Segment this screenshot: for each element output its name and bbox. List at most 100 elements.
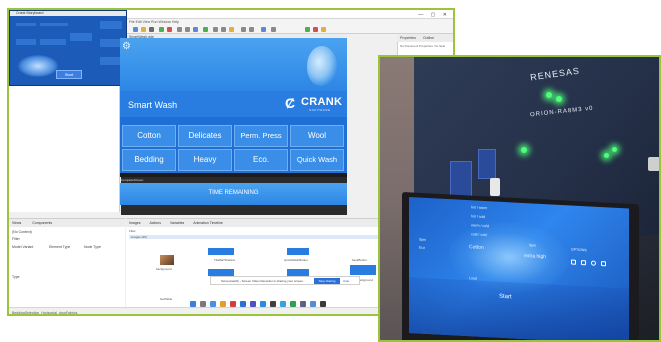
images-tabbar[interactable]: Images Actions Variables Animation Timel…	[126, 218, 384, 227]
tab-properties[interactable]: Properties	[400, 36, 416, 40]
image-label-backbutton: backButton	[352, 258, 368, 262]
play-icon[interactable]	[305, 27, 310, 32]
gear-icon[interactable]: ⚙	[122, 41, 131, 52]
layer-icon[interactable]	[213, 27, 218, 32]
preview-titlebar[interactable]: Crank Storyboard	[10, 11, 126, 16]
views-panel: (No Context) Filter Model Variant Elemen…	[9, 227, 125, 307]
cycle-label: Cotton	[137, 131, 161, 140]
outlook-icon[interactable]	[260, 301, 266, 307]
image-thumb-titlebar-2[interactable]	[208, 269, 234, 276]
views-type-section: Type	[12, 275, 20, 279]
settings-icon[interactable]	[271, 27, 276, 32]
lcd-option-icon	[601, 261, 606, 267]
next-screen-label: CompleteScreen	[121, 178, 144, 182]
cycle-button-perm-press[interactable]: Perm. Press	[234, 125, 288, 147]
preview-row	[40, 39, 66, 45]
app-icon[interactable]	[280, 301, 286, 307]
views-filter-label[interactable]: Filter	[12, 237, 20, 241]
record-icon[interactable]	[313, 27, 318, 32]
app-icon-4[interactable]	[320, 301, 326, 307]
distribute-icon[interactable]	[185, 27, 190, 32]
image-thumb-quickwash[interactable]	[287, 248, 309, 255]
properties-tabbar[interactable]: Properties Outline	[397, 34, 453, 42]
board-button	[648, 157, 659, 171]
app-title: Smart Wash	[128, 100, 178, 110]
tab-components[interactable]: Components	[32, 221, 52, 225]
redo-icon[interactable]	[249, 27, 254, 32]
task-view-icon[interactable]	[210, 301, 216, 307]
complete-screen-preview[interactable]: TIME REMAINING	[120, 183, 347, 205]
cycle-button-eco[interactable]: Eco.	[234, 149, 288, 171]
grid-icon[interactable]	[221, 27, 226, 32]
image-label-quickwash: QuickWashButton	[284, 258, 308, 262]
image-icon[interactable]	[229, 27, 234, 32]
undo-icon[interactable]	[241, 27, 246, 32]
preview-row	[100, 57, 122, 65]
tab-outline[interactable]: Outline	[423, 36, 434, 40]
preview-row	[40, 23, 68, 26]
edge-icon[interactable]	[240, 301, 246, 307]
images-folder[interactable]: images (36)	[129, 235, 379, 239]
crank-designer-icon[interactable]	[290, 301, 296, 307]
teams-icon[interactable]	[250, 301, 256, 307]
chrome-icon[interactable]	[230, 301, 236, 307]
cycle-button-cotton[interactable]: Cotton	[122, 125, 176, 147]
tab-variables[interactable]: Variables	[170, 221, 184, 225]
cycle-button-quick-wash[interactable]: Quick Wash	[290, 149, 344, 171]
new-icon[interactable]	[133, 27, 138, 32]
run-icon[interactable]	[159, 27, 164, 32]
image-thumb-background[interactable]	[160, 255, 174, 265]
preview-start-label: Start	[64, 72, 74, 77]
tab-actions[interactable]: Actions	[149, 221, 160, 225]
crank-logo-icon: Ȼ	[285, 95, 296, 111]
image-thumb-buttonpress[interactable]	[287, 269, 309, 276]
image-thumb-bedding[interactable]	[350, 265, 376, 275]
cycle-button-wool[interactable]: Wool	[290, 125, 344, 147]
save-icon[interactable]	[149, 27, 154, 32]
app-icon-2[interactable]	[300, 301, 306, 307]
open-folder-icon[interactable]	[141, 27, 146, 32]
cycle-button-heavy[interactable]: Heavy	[178, 149, 232, 171]
cycle-label: Wool	[307, 131, 327, 140]
preview-row	[70, 33, 92, 41]
images-filter-label[interactable]: Filter	[129, 229, 136, 233]
hide-share-link[interactable]: Hide	[343, 277, 349, 285]
preview-start-button[interactable]: Start	[56, 70, 82, 79]
terminal-icon[interactable]	[270, 301, 276, 307]
time-remaining-label: TIME REMAINING	[208, 190, 259, 196]
stop-icon[interactable]	[167, 27, 172, 32]
tab-images[interactable]: Images	[129, 221, 140, 225]
cycle-button-delicates[interactable]: Delicates	[178, 125, 232, 147]
image-thumb-titlebar[interactable]	[208, 248, 234, 255]
lcd-spin-value: extra high	[524, 253, 546, 261]
lcd-option-icon	[591, 260, 596, 266]
bookmark-icon[interactable]	[321, 27, 326, 32]
water-drop-image	[307, 46, 337, 86]
views-tabbar[interactable]: Views Components	[9, 218, 125, 227]
lcd-left-option: Eco	[419, 245, 426, 250]
start-icon[interactable]	[190, 301, 196, 307]
search-icon[interactable]	[200, 301, 206, 307]
tab-animation-timeline[interactable]: Animation Timeline	[193, 221, 223, 225]
stop-sharing-button[interactable]: Stop sharing	[314, 278, 340, 284]
cycle-label: Eco.	[252, 155, 269, 164]
menu-items[interactable]: File Edit View Run Window Help	[129, 20, 179, 24]
lcd-cycle-selected: Cotton	[469, 244, 484, 251]
tab-views[interactable]: Views	[12, 221, 21, 225]
storyboard-preview-window[interactable]: Crank Storyboard Start	[9, 10, 127, 86]
crank-logo: Ȼ CRANK SOFTWARE	[285, 94, 345, 114]
simulator-icon[interactable]	[203, 27, 208, 32]
export-icon[interactable]	[261, 27, 266, 32]
preview-row	[100, 39, 122, 47]
file-explorer-icon[interactable]	[220, 301, 226, 307]
status-text: BeddingSelection_Horizontal_dropFabrics	[12, 311, 78, 315]
app-icon-3[interactable]	[310, 301, 316, 307]
zoom-icon[interactable]	[193, 27, 198, 32]
crank-logo-text: CRANK	[301, 96, 343, 108]
cycle-label: Delicates	[188, 131, 222, 140]
align-icon[interactable]	[177, 27, 182, 32]
cycle-button-bedding[interactable]: Bedding	[122, 149, 176, 171]
smartwash-screen[interactable]: ⚙ Smart Wash Ȼ CRANK SOFTWARE Cotton Del…	[120, 38, 347, 173]
screenshot-root: Crank Designer — ▢ ✕ File Edit View Run …	[0, 0, 661, 342]
preview-water-splash	[18, 55, 58, 77]
